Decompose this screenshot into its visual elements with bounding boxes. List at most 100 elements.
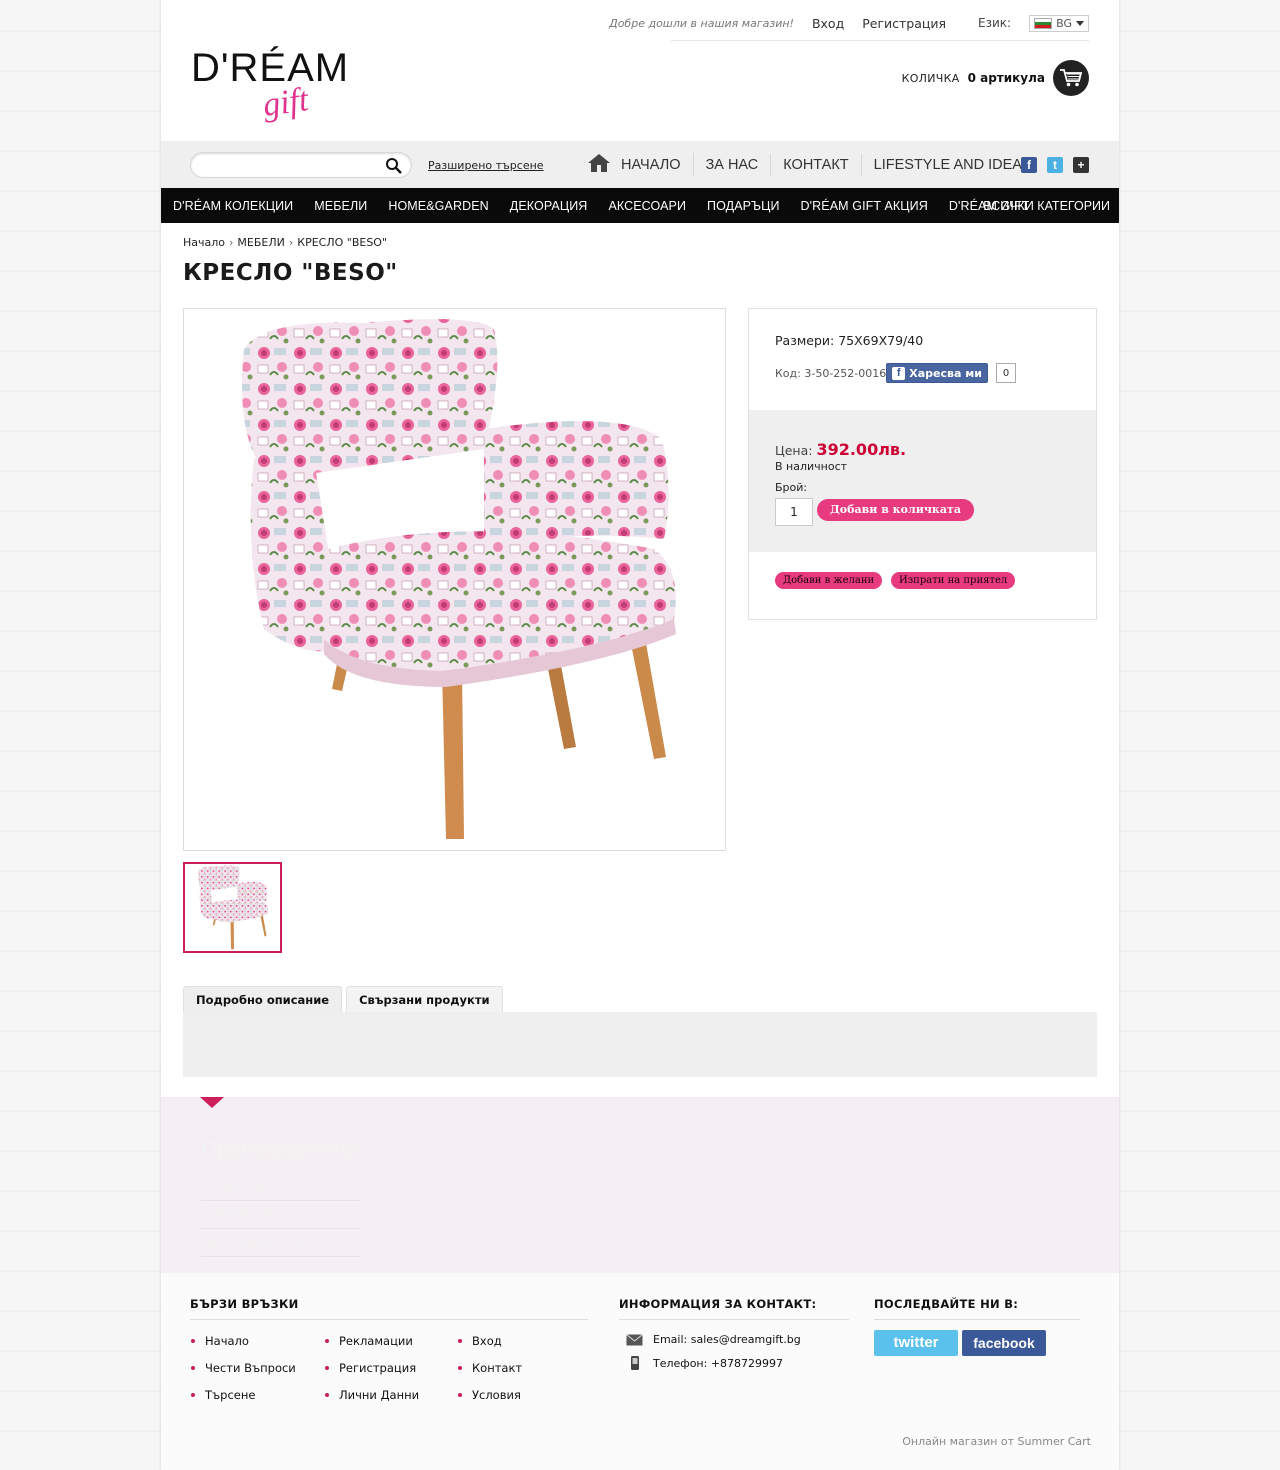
tab-description[interactable]: Подробно описание	[183, 986, 343, 1013]
footer-link-terms[interactable]: Условия	[458, 1388, 521, 1402]
phone-icon	[631, 1356, 639, 1370]
tab-related-products[interactable]: Свързани продукти	[346, 986, 503, 1013]
contact-phone: Телефон: +878729997	[653, 1356, 784, 1370]
price-value: 392.00лв.	[816, 440, 907, 459]
register-link[interactable]: Регистрация	[862, 16, 946, 31]
main-nav: НАЧАЛО ЗА НАС КОНТАКТ LIFESTYLE AND IDEA…	[575, 153, 1044, 176]
price-row: Цена: 392.00лв.	[775, 440, 906, 459]
contact-email-row: Email: sales@dreamgift.bg	[626, 1333, 801, 1346]
footer-link-login[interactable]: Вход	[458, 1334, 502, 1348]
logo-gift-text: gift	[260, 81, 311, 124]
nav-home-label: НАЧАЛО	[621, 157, 681, 173]
add-to-wishlist-button[interactable]: Добави в желани	[775, 572, 883, 589]
category-accessories[interactable]: АКСЕСОАРИ	[608, 199, 686, 213]
manufacturers-title: Производители	[201, 1137, 359, 1162]
product-tabs: Подробно описание Свързани продукти	[183, 986, 503, 1013]
search-input[interactable]	[190, 152, 412, 178]
footer-link-home[interactable]: Начало	[191, 1334, 249, 1348]
category-decoration[interactable]: ДЕКОРАЦИЯ	[510, 199, 588, 213]
bulgaria-flag-icon	[1034, 17, 1053, 29]
footer: БЪРЗИ ВРЪЗКИ Начало Рекламации Вход Чест…	[161, 1273, 1119, 1470]
footer-link-faq[interactable]: Чести Въпроси	[191, 1361, 296, 1375]
category-home-garden[interactable]: HOME&GARDEN	[388, 199, 488, 213]
cart-widget[interactable]: КОЛИЧКА 0 артикула	[902, 60, 1089, 96]
quick-links-title: БЪРЗИ ВРЪЗКИ	[190, 1297, 299, 1311]
footer-link-register[interactable]: Регистрация	[324, 1361, 416, 1375]
advanced-search-link[interactable]: Разширено търсене	[428, 159, 544, 172]
social-links-top: f t +	[1021, 157, 1089, 173]
cart-label: КОЛИЧКА	[901, 71, 960, 85]
nav-contact[interactable]: КОНТАКТ	[771, 153, 862, 176]
footer-divider	[619, 1319, 849, 1320]
thumbnail-armchair-illustration	[198, 865, 269, 950]
product-code: Код: 3-50-252-0016	[775, 366, 887, 380]
twitter-icon[interactable]: t	[1047, 157, 1063, 173]
footer-credit[interactable]: Онлайн магазин от Summer Cart	[902, 1435, 1091, 1448]
page-title: КРЕСЛО "BESO"	[183, 260, 398, 286]
add-to-cart-button[interactable]: Добави в количката	[817, 499, 974, 521]
manufacturer-item[interactable]: DreamGift	[201, 1173, 361, 1201]
breadcrumb-current: КРЕСЛО "BESO"	[297, 236, 388, 249]
language-select[interactable]: BG	[1029, 14, 1089, 32]
contact-email[interactable]: Email: sales@dreamgift.bg	[653, 1333, 801, 1346]
shopping-cart-icon[interactable]	[1053, 60, 1089, 96]
manufacturer-item[interactable]: D'REAM gift	[201, 1201, 361, 1229]
product-code-row: Код: 3-50-252-0016 f Харесва ми 0	[775, 363, 1017, 383]
nav-lifestyle[interactable]: LIFESTYLE AND IDEAS	[862, 154, 1044, 176]
breadcrumb: Начало › МЕБЕЛИ › КРЕСЛО "BESO"	[183, 236, 387, 249]
footer-divider	[874, 1319, 1080, 1320]
manufacturer-item[interactable]: TestManufacturer	[201, 1229, 361, 1257]
category-gifts[interactable]: ПОДАРЪЦИ	[707, 199, 780, 213]
category-dream-gift-promo[interactable]: D'RÉAM GIFT АКЦИЯ	[801, 199, 928, 213]
login-link[interactable]: Вход	[812, 16, 844, 31]
footer-link-privacy[interactable]: Лични Данни	[324, 1388, 419, 1402]
language-label: Език:	[978, 16, 1012, 30]
follow-us-title: ПОСЛЕДВАЙТЕ НИ В:	[874, 1297, 1019, 1311]
logo-dream-text: D'RÉAM	[191, 46, 350, 90]
home-icon	[588, 154, 610, 172]
facebook-icon[interactable]: f	[1021, 157, 1037, 173]
cart-count: 0 артикула	[967, 71, 1045, 85]
send-to-friend-button[interactable]: Изпрати на приятел	[891, 572, 1016, 589]
nav-home[interactable]: НАЧАЛО	[575, 153, 694, 176]
manufacturers-list: DreamGift D'REAM gift TestManufacturer	[201, 1173, 361, 1257]
price-zone: Цена: 392.00лв. В наличност Брой: 1 Добав…	[749, 410, 1096, 552]
footer-link-search[interactable]: Търсене	[190, 1388, 255, 1402]
facebook-like-count: 0	[995, 363, 1017, 383]
language-value: BG	[1056, 16, 1072, 30]
footer-link-complaints[interactable]: Рекламации	[325, 1334, 413, 1348]
stock-status: В наличност	[775, 460, 848, 473]
footer-link-contact[interactable]: Контакт	[457, 1361, 522, 1375]
twitter-button[interactable]: twitter	[874, 1330, 958, 1356]
logo[interactable]: D'RÉAM gift	[191, 48, 351, 140]
quantity-label: Брой:	[775, 481, 808, 494]
welcome-text: Добре дошли в нашия магазин!	[609, 16, 794, 30]
all-categories-link[interactable]: ВСИЧКИ КАТЕГОРИИ	[983, 199, 1110, 213]
category-furniture[interactable]: МЕБЕЛИ	[314, 199, 367, 213]
armchair-illustration	[242, 319, 676, 839]
plus-share-icon[interactable]: +	[1073, 157, 1089, 173]
breadcrumb-furniture[interactable]: МЕБЕЛИ	[237, 236, 284, 249]
quantity-input[interactable]: 1	[775, 498, 813, 526]
breadcrumb-home[interactable]: Начало	[183, 236, 225, 249]
tab-panel	[183, 1012, 1097, 1077]
facebook-like-button[interactable]: f Харесва ми	[886, 363, 988, 383]
facebook-icon: f	[892, 366, 906, 380]
price-label: Цена:	[775, 443, 813, 458]
manufacturers-section: Производители DreamGift D'REAM gift Test…	[161, 1097, 1119, 1273]
facebook-button[interactable]: facebook	[962, 1330, 1046, 1356]
envelope-icon	[626, 1333, 643, 1345]
top-utility-bar: Добре дошли в нашия магазин! Вход Регист…	[609, 14, 1089, 32]
product-info-panel: Размери: 75X69X79/40 Код: 3-50-252-0016 …	[748, 308, 1097, 620]
footer-divider	[190, 1319, 588, 1320]
facebook-like-label: Харесва ми	[909, 366, 982, 380]
breadcrumb-separator: ›	[229, 236, 234, 249]
contact-info-title: ИНФОРМАЦИЯ ЗА КОНТАКТ:	[619, 1297, 817, 1311]
category-dream-collections[interactable]: D'RÉAM КОЛЕКЦИИ	[173, 199, 293, 213]
product-image[interactable]	[183, 308, 726, 851]
chevron-down-icon	[1076, 20, 1084, 26]
nav-about[interactable]: ЗА НАС	[694, 153, 772, 176]
search-nav-row: Разширено търсене НАЧАЛО ЗА НАС КОНТАКТ …	[161, 141, 1119, 188]
search-icon[interactable]	[385, 157, 403, 178]
product-thumbnail[interactable]	[183, 862, 282, 953]
